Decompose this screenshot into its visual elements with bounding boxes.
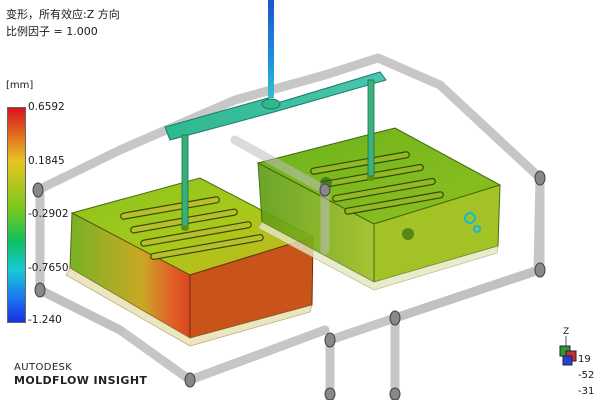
model-canvas[interactable]	[0, 0, 600, 404]
triad-readout: -52	[578, 370, 595, 381]
legend-tick: 0.1845	[28, 155, 65, 167]
sprue	[268, 0, 274, 98]
result-title: 变形，所有效应:Z 方向	[6, 8, 120, 21]
drop-right	[367, 79, 375, 179]
triad-readouts: 19 -52 -31	[578, 352, 594, 400]
boss-feature	[402, 228, 414, 240]
triad-readout: 19	[578, 354, 591, 365]
color-legend-bar	[7, 107, 26, 323]
drop-left	[181, 134, 189, 228]
triad-axis-label: Z	[563, 327, 570, 337]
orientation-triad[interactable]	[559, 336, 577, 366]
legend-tick-max: 0.6592	[28, 101, 65, 113]
brand-company: AUTODESK	[14, 362, 73, 373]
model-viewport[interactable]: 变形，所有效应:Z 方向 比例因子 = 1.000 [mm] 0.6592 0.…	[0, 0, 600, 404]
legend-tick: -0.2902	[28, 208, 69, 220]
brand-product: MOLDFLOW INSIGHT	[14, 374, 148, 387]
scale-factor-label: 比例因子 = 1.000	[6, 25, 98, 38]
legend-unit: [mm]	[6, 80, 34, 91]
sprue-junction	[261, 98, 281, 110]
legend-tick-min: -1.240	[28, 314, 62, 326]
triad-readout: -31	[578, 386, 595, 397]
legend-tick: -0.7650	[28, 262, 69, 274]
product-logo: AUTODESK MOLDFLOW INSIGHT	[14, 361, 147, 387]
